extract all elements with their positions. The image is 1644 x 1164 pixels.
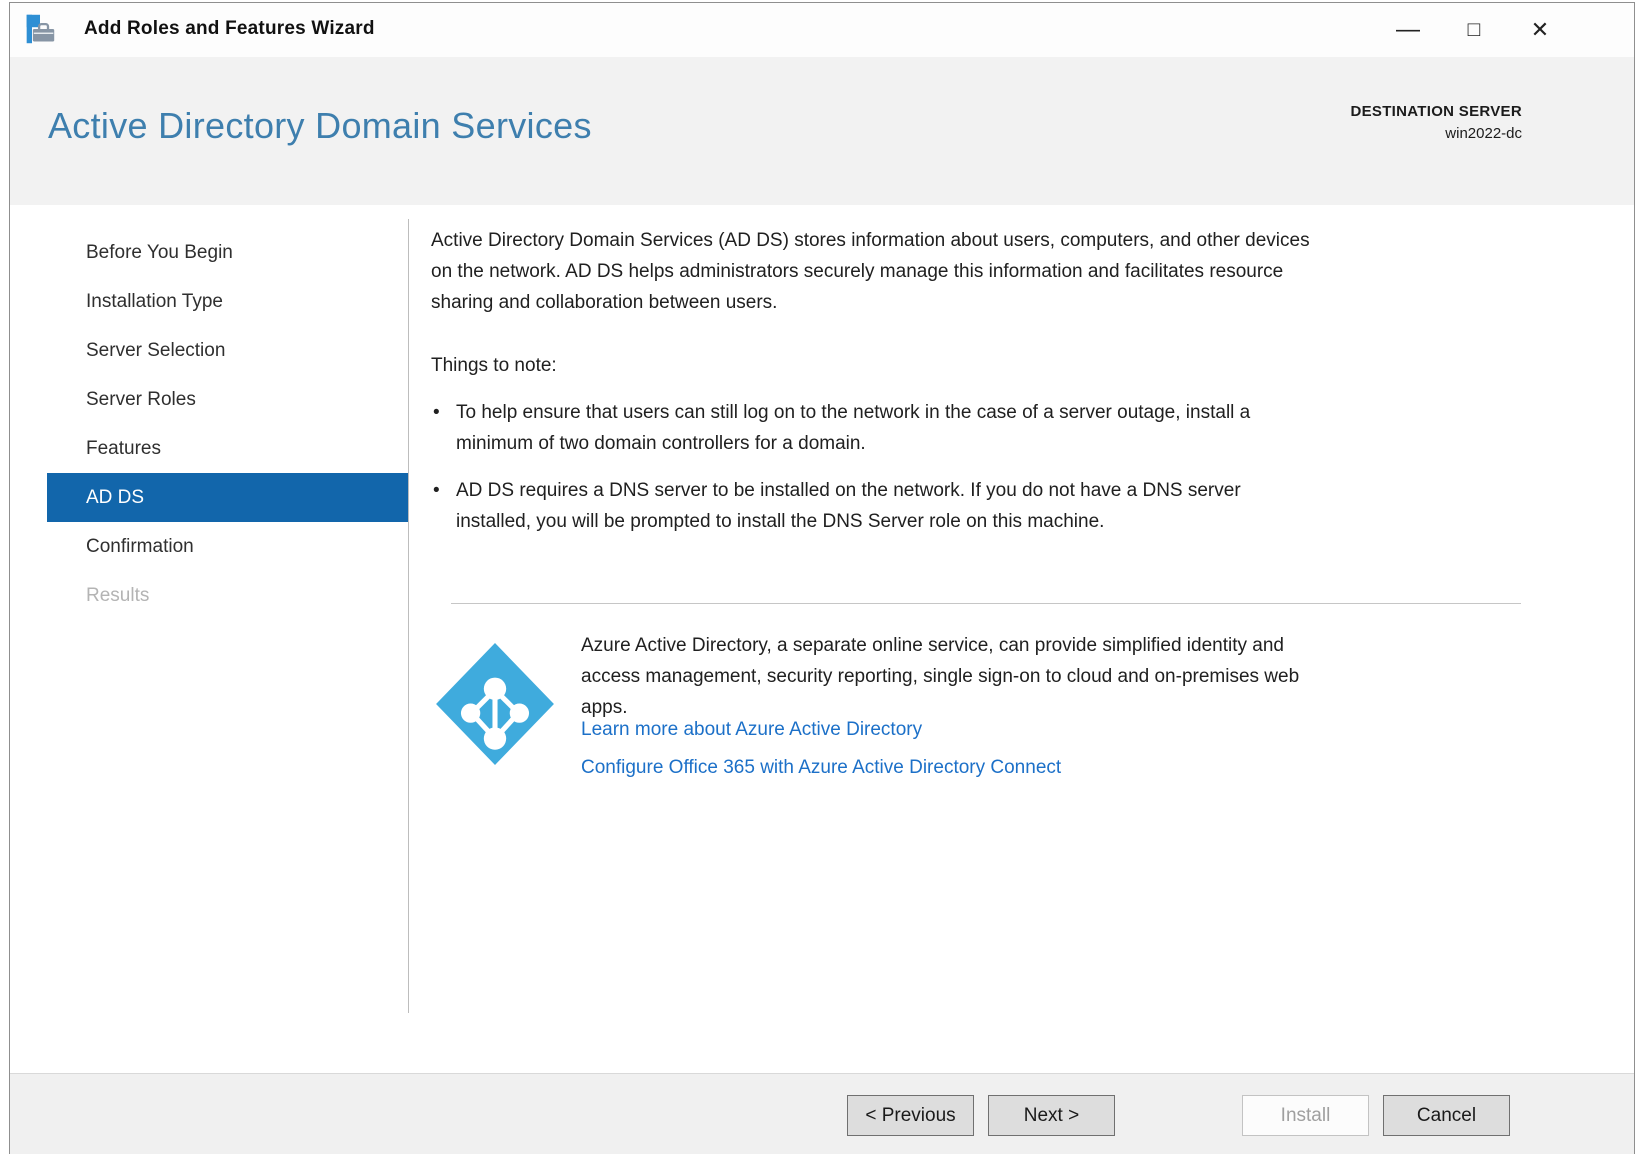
bullet-text: AD DS requires a DNS server to be instal… — [456, 475, 1241, 537]
window-title: Add Roles and Features Wizard — [84, 18, 375, 39]
bullet-line: minimum of two domain controllers for a … — [456, 433, 866, 454]
wizard-header: Active Directory Domain Services DESTINA… — [10, 57, 1634, 205]
sidebar-item-server-selection[interactable]: Server Selection — [47, 326, 408, 375]
azure-description-line: access management, security reporting, s… — [581, 666, 1300, 687]
list-item: • AD DS requires a DNS server to be inst… — [433, 475, 1250, 537]
sidebar-item-results: Results — [86, 585, 150, 606]
destination-server-name: win2022-dc — [1445, 125, 1522, 142]
things-to-note-heading: Things to note: — [431, 355, 557, 376]
sidebar-item-ad-ds[interactable]: AD DS — [47, 473, 408, 522]
maximize-icon[interactable]: □ — [1448, 11, 1500, 49]
sidebar-item-before-you-begin[interactable]: Before You Begin — [47, 228, 408, 277]
notes-list: • To help ensure that users can still lo… — [433, 397, 1250, 553]
sidebar-content-divider — [408, 219, 409, 1013]
wizard-footer: < Previous Next > Install Cancel — [10, 1073, 1634, 1154]
azure-description-line: Azure Active Directory, a separate onlin… — [581, 635, 1284, 656]
intro-paragraph: Active Directory Domain Services (AD DS)… — [431, 225, 1310, 318]
azure-active-directory-icon — [436, 643, 554, 765]
bullet-line: AD DS requires a DNS server to be instal… — [456, 480, 1241, 501]
sidebar-item-features[interactable]: Features — [47, 424, 408, 473]
cancel-button[interactable]: Cancel — [1383, 1095, 1510, 1136]
bullet-line: installed, you will be prompted to insta… — [456, 511, 1105, 532]
intro-line: sharing and collaboration between users. — [431, 292, 778, 313]
bullet-icon: • — [433, 480, 440, 501]
minimize-icon[interactable]: — — [1382, 11, 1434, 49]
next-button[interactable]: Next > — [988, 1095, 1115, 1136]
sidebar-item-server-roles[interactable]: Server Roles — [47, 375, 408, 424]
intro-line: Active Directory Domain Services (AD DS)… — [431, 230, 1310, 251]
list-item: • To help ensure that users can still lo… — [433, 397, 1250, 459]
bullet-line: To help ensure that users can still log … — [456, 402, 1251, 423]
previous-button[interactable]: < Previous — [847, 1095, 974, 1136]
bullet-text: To help ensure that users can still log … — [456, 397, 1250, 459]
learn-more-azure-ad-link[interactable]: Learn more about Azure Active Directory — [581, 711, 1061, 749]
wizard-steps-sidebar: Before You Begin Installation Type Serve… — [47, 228, 408, 620]
wizard-window: Add Roles and Features Wizard — □ ✕ Acti… — [9, 2, 1635, 1154]
section-divider — [451, 603, 1521, 604]
sidebar-item-installation-type[interactable]: Installation Type — [47, 277, 408, 326]
add-roles-wizard-icon — [26, 14, 55, 44]
destination-server-label: DESTINATION SERVER — [1350, 103, 1522, 120]
close-icon[interactable]: ✕ — [1514, 11, 1566, 49]
azure-links: Learn more about Azure Active Directory … — [581, 711, 1061, 787]
bullet-icon: • — [433, 402, 440, 423]
destination-server-block: DESTINATION SERVER win2022-dc — [1350, 103, 1522, 142]
sidebar-item-confirmation[interactable]: Confirmation — [47, 522, 408, 571]
azure-description: Azure Active Directory, a separate onlin… — [581, 630, 1299, 723]
page-title: Active Directory Domain Services — [48, 105, 592, 146]
configure-office-365-link[interactable]: Configure Office 365 with Azure Active D… — [581, 749, 1061, 787]
title-bar: Add Roles and Features Wizard — □ ✕ — [10, 3, 1634, 57]
intro-line: on the network. AD DS helps administrato… — [431, 261, 1284, 282]
install-button: Install — [1242, 1095, 1369, 1136]
